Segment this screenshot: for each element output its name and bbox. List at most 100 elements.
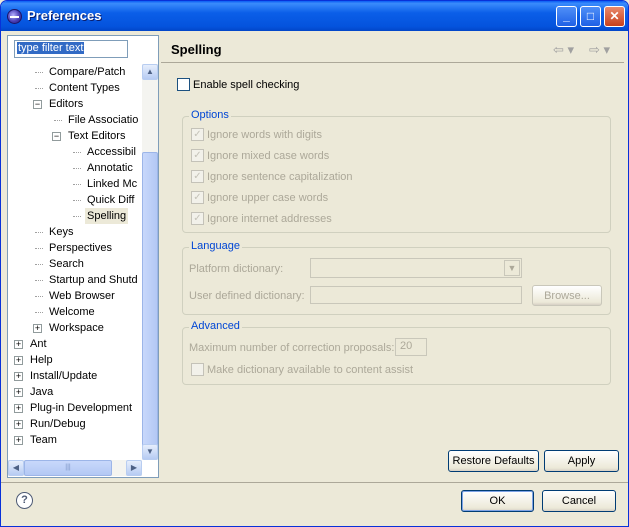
tree-item[interactable]: Compare/Patch xyxy=(8,64,142,80)
tree-item[interactable]: + Workspace xyxy=(8,320,142,336)
tree-item[interactable]: + Help xyxy=(8,352,142,368)
tree-item-label: Java xyxy=(30,386,54,398)
tree-connector xyxy=(73,152,81,153)
tree-item[interactable]: Keys xyxy=(8,224,142,240)
ignore-internet-checkbox[interactable]: ✓ Ignore internet addresses xyxy=(191,211,332,228)
scroll-down-icon[interactable]: ▼ xyxy=(142,444,158,460)
apply-button[interactable]: Apply xyxy=(544,450,619,472)
filter-input[interactable]: type filter text xyxy=(14,40,128,58)
page-header: Spelling ⇦ ▾ ⇨ ▾ xyxy=(161,35,624,63)
expand-icon[interactable]: + xyxy=(14,356,23,365)
tree-item[interactable]: Linked Mc xyxy=(8,176,142,192)
expand-icon[interactable]: + xyxy=(14,404,23,413)
scroll-thumb-horizontal[interactable]: ||| xyxy=(24,460,112,476)
tree-item[interactable]: Perspectives xyxy=(8,240,142,256)
tree-item[interactable]: Startup and Shutd xyxy=(8,272,142,288)
ignore-upper-case-checkbox[interactable]: ✓ Ignore upper case words xyxy=(191,190,328,207)
footer-divider xyxy=(1,482,628,483)
tree-item[interactable]: − Text Editors xyxy=(8,128,142,144)
tree-item-label: Install/Update xyxy=(30,370,98,382)
collapse-icon[interactable]: − xyxy=(33,100,42,109)
tree-item[interactable]: Welcome xyxy=(8,304,142,320)
options-group-title: Options xyxy=(189,109,231,121)
platform-dictionary-select[interactable]: ▼ xyxy=(310,258,522,278)
scroll-right-icon[interactable]: ▶ xyxy=(126,460,142,476)
tree-connector xyxy=(73,216,81,217)
tree-item-label: Text Editors xyxy=(68,130,126,142)
tree-item[interactable]: + Java xyxy=(8,384,142,400)
preference-tree-pane: type filter text Compare/Patch Content Ty… xyxy=(7,35,159,478)
tree-vertical-scrollbar[interactable]: ▲ ▼ xyxy=(142,64,158,460)
tree-item-label: Search xyxy=(49,258,84,270)
back-arrow-icon[interactable]: ⇦ ▾ xyxy=(553,42,574,58)
preference-page: Spelling ⇦ ▾ ⇨ ▾ Enable spell checking O… xyxy=(161,35,624,478)
check-icon: ✓ xyxy=(191,190,204,204)
forward-arrow-icon[interactable]: ⇨ ▾ xyxy=(589,42,610,58)
ok-button[interactable]: OK xyxy=(461,490,534,512)
expand-icon[interactable]: + xyxy=(14,340,23,349)
tree-connector xyxy=(35,88,43,89)
expand-icon[interactable]: + xyxy=(14,388,23,397)
tree-item[interactable]: + Run/Debug xyxy=(8,416,142,432)
tree-item[interactable]: + Plug-in Development xyxy=(8,400,142,416)
check-icon: ✓ xyxy=(191,169,204,183)
preference-tree: Compare/Patch Content Types − Editors File A… xyxy=(8,64,142,460)
help-icon[interactable]: ? xyxy=(16,492,33,509)
scroll-left-icon[interactable]: ◀ xyxy=(8,460,24,476)
ignore-digits-checkbox[interactable]: ✓ Ignore words with digits xyxy=(191,127,322,144)
cancel-button[interactable]: Cancel xyxy=(542,490,616,512)
title-bar: Preferences _ □ ✕ xyxy=(1,1,628,31)
tree-item[interactable]: + Ant xyxy=(8,336,142,352)
tree-item[interactable]: Web Browser xyxy=(8,288,142,304)
minimize-button[interactable]: _ xyxy=(556,6,577,27)
enable-spell-checkbox[interactable]: Enable spell checking xyxy=(177,77,299,94)
tree-item[interactable]: File Associatio xyxy=(8,112,142,128)
expand-icon[interactable]: + xyxy=(14,372,23,381)
content-assist-checkbox[interactable]: Make dictionary available to content ass… xyxy=(191,362,413,379)
max-proposals-input[interactable]: 20 xyxy=(395,338,427,356)
tree-connector xyxy=(35,280,43,281)
user-dictionary-input[interactable] xyxy=(310,286,522,304)
tree-item-label: Run/Debug xyxy=(30,418,86,430)
tree-item[interactable]: + Install/Update xyxy=(8,368,142,384)
tree-item-label: Welcome xyxy=(49,306,95,318)
language-group-title: Language xyxy=(189,240,242,252)
tree-item[interactable]: − Editors xyxy=(8,96,142,112)
browse-button[interactable]: Browse... xyxy=(532,285,602,306)
tree-item[interactable]: Search xyxy=(8,256,142,272)
maximize-button[interactable]: □ xyxy=(580,6,601,27)
restore-defaults-button[interactable]: Restore Defaults xyxy=(448,450,539,472)
tree-item[interactable]: Annotatic xyxy=(8,160,142,176)
tree-item-label: Editors xyxy=(49,98,84,110)
window-title: Preferences xyxy=(27,8,102,23)
tree-item[interactable]: Content Types xyxy=(8,80,142,96)
expand-icon[interactable]: + xyxy=(14,420,23,429)
tree-item-label: Plug-in Development xyxy=(30,402,133,414)
tree-item[interactable]: + Team xyxy=(8,432,142,448)
tree-item-label: Keys xyxy=(49,226,74,238)
expand-icon[interactable]: + xyxy=(33,324,42,333)
max-proposals-label: Maximum number of correction proposals: xyxy=(189,342,395,354)
tree-item[interactable]: Quick Diff xyxy=(8,192,142,208)
tree-item-label: Quick Diff xyxy=(87,194,135,206)
check-icon: ✓ xyxy=(191,148,204,162)
tree-item[interactable]: Spelling xyxy=(8,208,142,224)
tree-horizontal-scrollbar[interactable]: ◀ ||| ▶ xyxy=(8,460,142,476)
eclipse-icon xyxy=(7,9,22,24)
platform-dictionary-label: Platform dictionary: xyxy=(189,263,284,275)
tree-item[interactable]: Accessibil xyxy=(8,144,142,160)
tree-connector xyxy=(35,72,43,73)
checkbox-icon xyxy=(177,77,190,91)
ignore-sentence-cap-checkbox[interactable]: ✓ Ignore sentence capitalization xyxy=(191,169,353,186)
ignore-mixed-case-checkbox[interactable]: ✓ Ignore mixed case words xyxy=(191,148,329,165)
tree-item-label: Spelling xyxy=(85,208,129,224)
preferences-window: Preferences _ □ ✕ type filter text Compa… xyxy=(0,0,629,527)
expand-icon[interactable]: + xyxy=(14,436,23,445)
close-button[interactable]: ✕ xyxy=(604,6,625,27)
scroll-up-icon[interactable]: ▲ xyxy=(142,64,158,80)
tree-connector xyxy=(54,120,62,121)
check-icon: ✓ xyxy=(191,211,204,225)
scroll-thumb[interactable] xyxy=(142,152,158,452)
tree-item-label: File Associatio xyxy=(68,114,139,126)
collapse-icon[interactable]: − xyxy=(52,132,61,141)
